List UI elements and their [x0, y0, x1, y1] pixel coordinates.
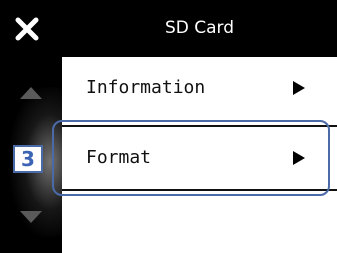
scroll-up-icon[interactable]: [20, 87, 42, 99]
step-badge: 3: [13, 145, 43, 173]
sidebar: 3: [0, 57, 62, 253]
divider: [62, 189, 337, 191]
menu-list: Information Format: [62, 57, 337, 253]
menu-item-label: Information: [86, 77, 206, 98]
page-title: SD Card: [164, 18, 235, 38]
play-arrow-icon: [293, 151, 305, 165]
title-bar: SD Card: [0, 0, 337, 57]
play-arrow-icon: [293, 81, 305, 95]
menu-item-information[interactable]: Information: [62, 57, 337, 119]
sd-card-screen: SD Card 3 Information Format: [0, 0, 337, 253]
menu-item-label: Format: [86, 147, 152, 168]
menu-item-format[interactable]: Format: [62, 127, 337, 189]
close-icon[interactable]: [14, 16, 40, 42]
scroll-down-icon[interactable]: [20, 211, 42, 223]
